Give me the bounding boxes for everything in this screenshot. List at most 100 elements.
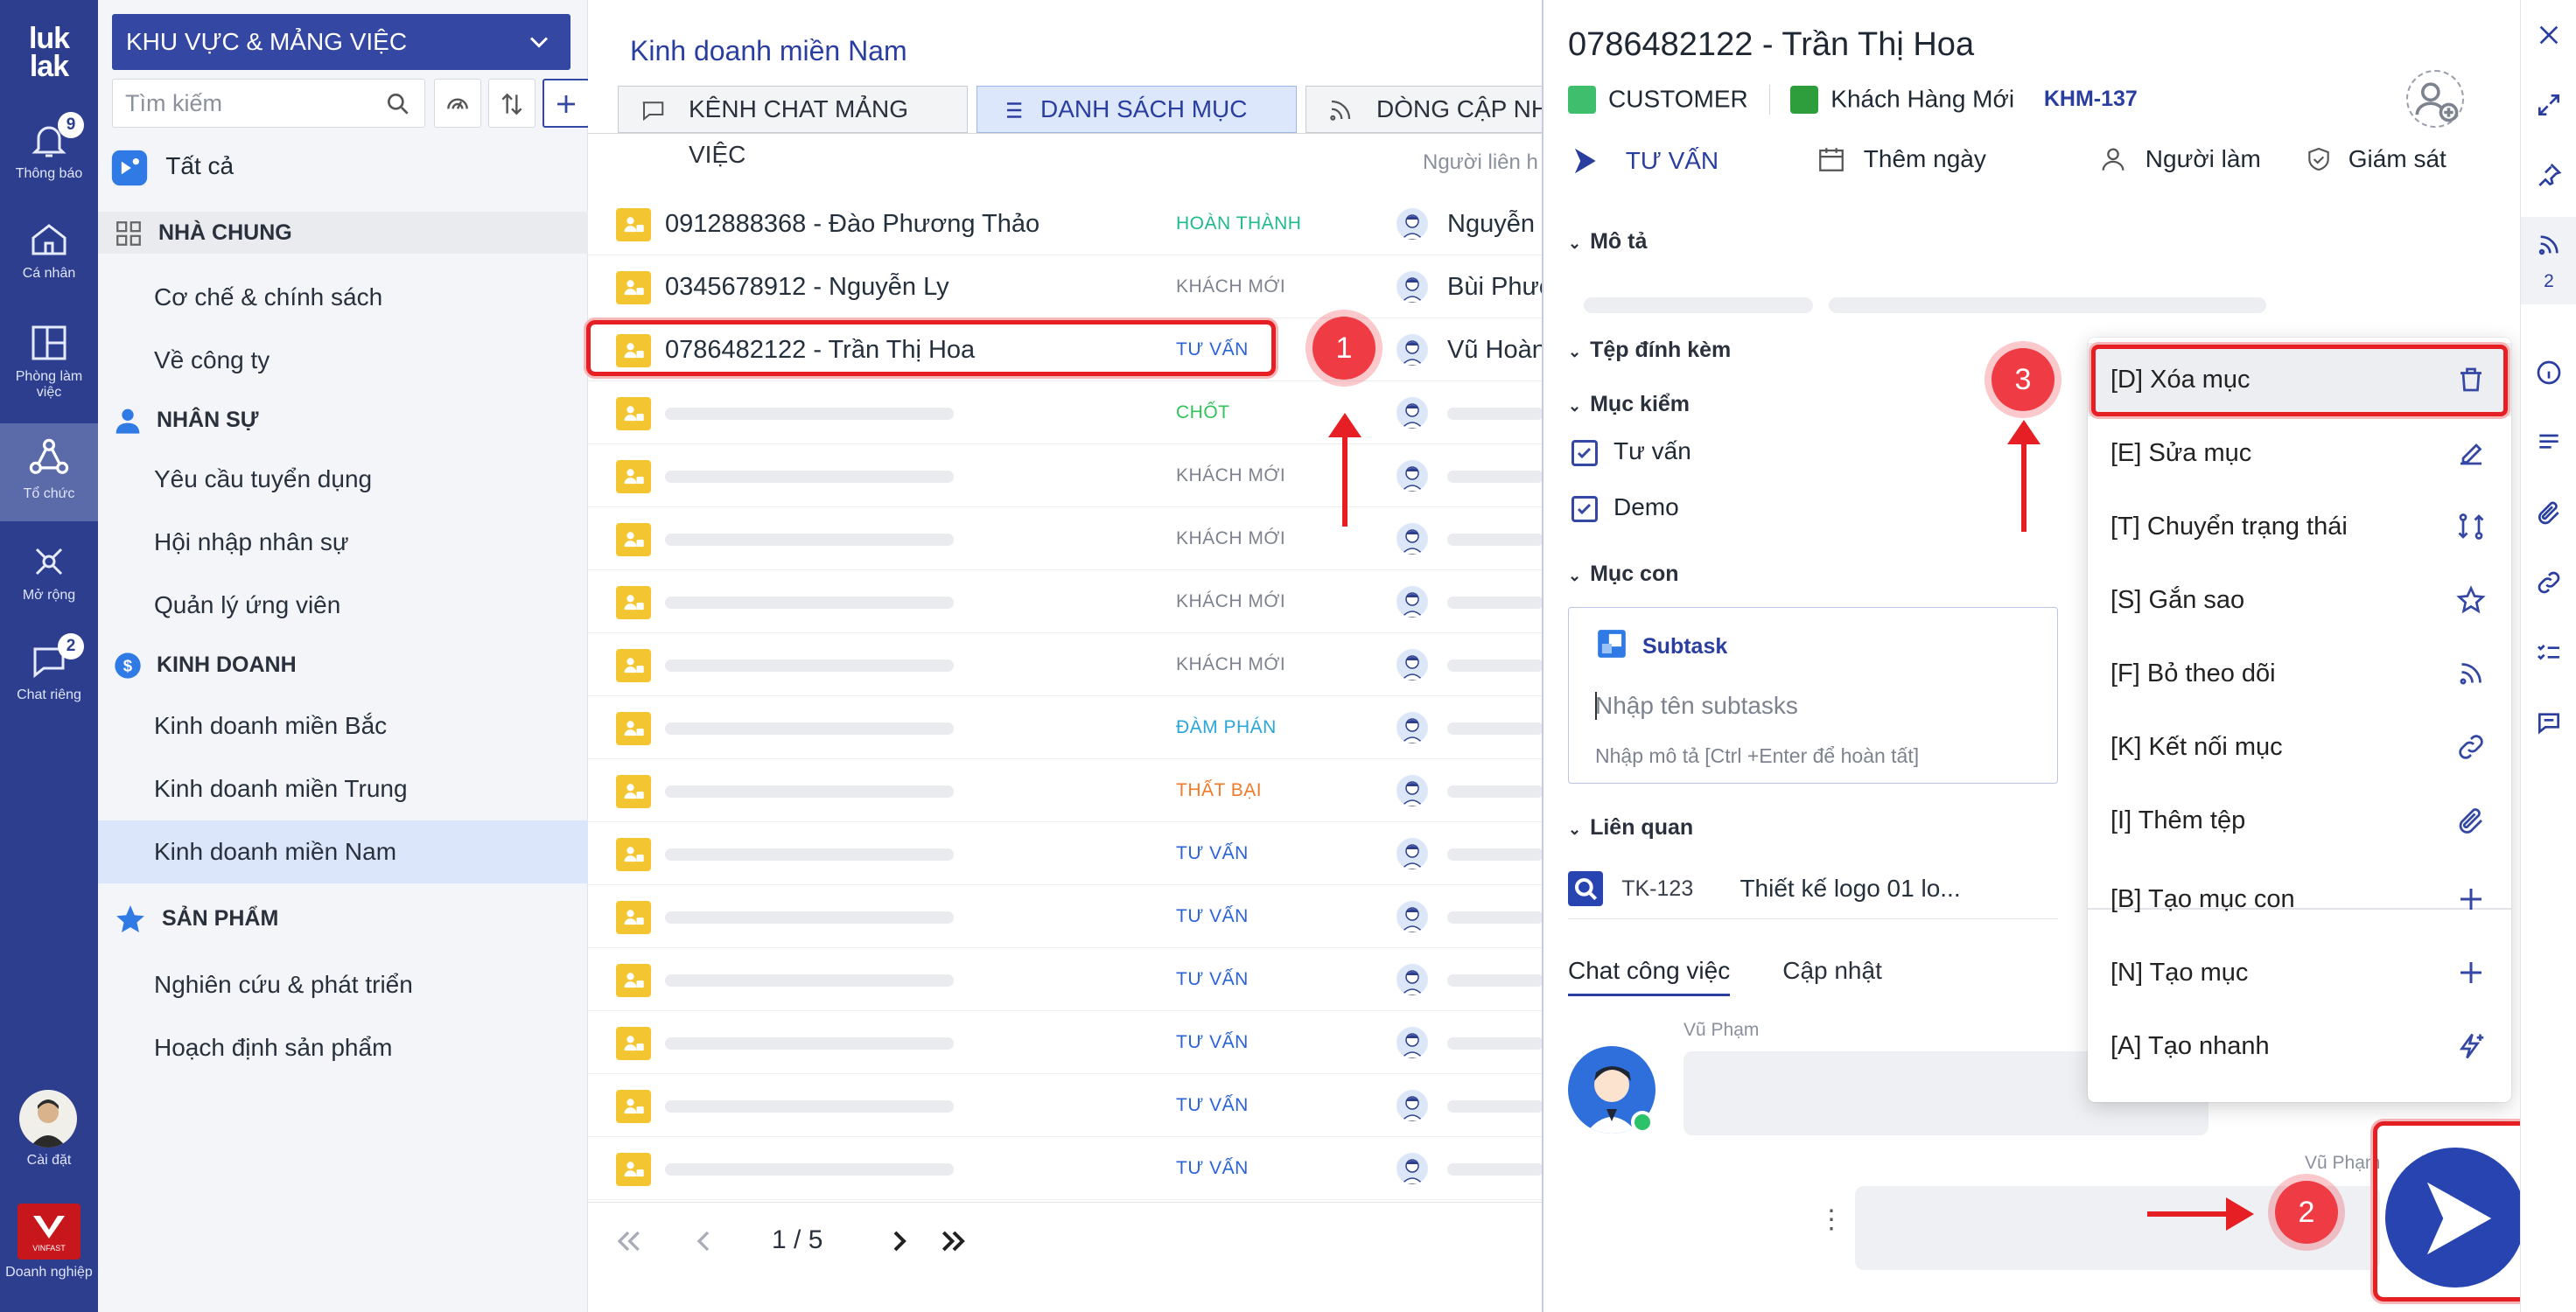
tab-work-chat[interactable]: Chat công việc <box>1568 957 1731 996</box>
tree-group-shared[interactable]: NHÀ CHUNG <box>98 212 588 254</box>
table-row[interactable]: TƯ VẤN <box>588 885 1542 948</box>
table-row[interactable]: TƯ VẤN <box>588 948 1542 1011</box>
rail-item-notifications[interactable]: Thông báo 9 <box>0 107 98 203</box>
tree-item[interactable]: Hoạch định sản phẩm <box>98 1016 588 1079</box>
more-vertical-icon[interactable]: ⋮ <box>1818 1207 1844 1233</box>
rail-item-personal[interactable]: Cá nhân <box>0 206 98 303</box>
menu-item-quick-create[interactable]: [A] Tạo nhanh <box>2088 1009 2511 1083</box>
status-selector[interactable]: TƯ VẤN <box>1568 143 1718 182</box>
search-icon[interactable] <box>384 90 412 118</box>
add-date-button[interactable]: Thêm ngày <box>1816 143 1986 182</box>
row-title-placeholder <box>665 597 954 609</box>
table-row[interactable]: ĐÀM PHÁN <box>588 696 1542 759</box>
first-page-icon[interactable] <box>611 1224 646 1259</box>
detail-stage[interactable]: Khách Hàng Mới <box>1830 86 2014 113</box>
sort-button[interactable] <box>488 79 536 128</box>
menu-item-link[interactable]: [K] Kết nối mục <box>2088 710 2511 784</box>
tree-item[interactable]: Cơ chế & chính sách <box>98 266 588 329</box>
rail-item-workroom[interactable]: Phòng làm việc <box>0 310 98 415</box>
detail-type[interactable]: CUSTOMER <box>1608 86 1748 113</box>
subtask-name-input[interactable] <box>1595 688 2033 723</box>
menu-item-create-child[interactable]: [B] Tạo mục con <box>2088 862 2511 936</box>
checkbox-checked[interactable] <box>1572 495 1598 522</box>
enterprise-logo[interactable]: VINFAST <box>18 1204 80 1260</box>
section-checklist[interactable]: ⌄ Mục kiểm <box>1568 392 1690 417</box>
rail-item-private-chat[interactable]: Chat riêng 2 <box>0 628 98 724</box>
menu-item-unfollow[interactable]: [F] Bỏ theo dõi <box>2088 637 2511 710</box>
table-row[interactable]: CHỐT <box>588 381 1542 444</box>
section-subtasks[interactable]: ⌄ Mục con <box>1568 562 1679 587</box>
table-row[interactable]: TƯ VẤN <box>588 1011 1542 1074</box>
subtask-desc-hint[interactable]: Nhập mô tả [Ctrl +Enter để hoàn tất] <box>1595 744 1919 768</box>
app-logo[interactable]: luk lak <box>0 24 98 81</box>
rail-item-organization[interactable]: Tổ chức <box>0 423 98 521</box>
menu-item-change-status[interactable]: [T] Chuyển trạng thái <box>2088 490 2511 563</box>
workspace-select[interactable]: KHU VỰC & MẢNG VIỆC <box>112 14 570 70</box>
menu-item-create[interactable]: [N] Tạo mục <box>2088 936 2511 1009</box>
comment-button[interactable] <box>2521 694 2576 750</box>
tab-list[interactable]: DANH SÁCH MỤC <box>976 86 1297 133</box>
home-icon <box>32 224 66 255</box>
table-row[interactable]: KHÁCH MỚI <box>588 507 1542 570</box>
checklist-item[interactable]: Tư vấn <box>1572 437 1691 466</box>
add-button[interactable] <box>542 79 590 128</box>
attachment-button[interactable] <box>2521 485 2576 541</box>
tree-item[interactable]: Nghiên cứu & phát triển <box>98 953 588 1016</box>
expand-button[interactable] <box>2521 77 2576 133</box>
description-button[interactable] <box>2521 415 2576 471</box>
section-description[interactable]: ⌄ Mô tả <box>1568 229 1647 255</box>
user-avatar[interactable] <box>19 1090 77 1148</box>
assignee-button[interactable]: Người làm <box>2098 143 2261 182</box>
table-row[interactable]: THẤT BẠI <box>588 759 1542 822</box>
related-item[interactable]: TK-123 Thiết kế logo 01 lo... <box>1568 871 2058 915</box>
menu-item-edit[interactable]: [E] Sửa mục <box>2088 416 2511 490</box>
close-button[interactable] <box>2521 7 2576 63</box>
add-member-icon[interactable] <box>2406 70 2464 128</box>
tab-updates[interactable]: Cập nhật <box>1782 957 1882 994</box>
search-input[interactable] <box>125 80 370 127</box>
tree-group-products[interactable]: SẢN PHẨM <box>114 897 278 939</box>
checklist-item[interactable]: Demo <box>1572 493 1679 522</box>
checkbox-checked[interactable] <box>1572 439 1598 466</box>
tree-all[interactable]: Tất cả <box>110 145 234 187</box>
menu-item-star[interactable]: [S] Gắn sao <box>2088 563 2511 637</box>
detail-code[interactable]: KHM-137 <box>2044 87 2138 111</box>
watcher-button[interactable]: Giám sát <box>2305 143 2446 182</box>
section-attachments[interactable]: ⌄ Tệp đính kèm <box>1568 338 1731 363</box>
tree-item-selected[interactable]: Kinh doanh miền Nam <box>98 820 588 883</box>
tree-group-sales[interactable]: $ KINH DOANH <box>114 644 297 686</box>
tree-item[interactable]: Về công ty <box>98 329 588 392</box>
table-row[interactable]: KHÁCH MỚI <box>588 633 1542 696</box>
enterprise-label[interactable]: Doanh nghiệp <box>0 1265 98 1281</box>
table-row[interactable]: 0345678912 - Nguyễn Ly KHÁCH MỚI Bùi Phươ <box>588 255 1542 318</box>
tab-feed[interactable]: DÒNG CẬP NHẬT <box>1306 86 1542 133</box>
menu-item-attach[interactable]: [I] Thêm tệp <box>2088 784 2511 857</box>
info-button[interactable] <box>2521 345 2576 401</box>
tree-item[interactable]: Kinh doanh miền Bắc <box>98 694 588 757</box>
tree-item[interactable]: Kinh doanh miền Trung <box>98 757 588 820</box>
table-row[interactable]: KHÁCH MỚI <box>588 570 1542 633</box>
last-page-icon[interactable] <box>936 1224 971 1259</box>
rail-item-extend[interactable]: Mở rộng <box>0 528 98 625</box>
tree-group-hr[interactable]: NHÂN SỰ <box>114 399 259 441</box>
table-row[interactable]: TƯ VẤN <box>588 1074 1542 1137</box>
link-button[interactable] <box>2521 555 2576 611</box>
table-row[interactable]: TƯ VẤN <box>588 822 1542 885</box>
tree-item[interactable]: Quản lý ứng viên <box>98 574 588 637</box>
section-related[interactable]: ⌄ Liên quan <box>1568 815 1693 841</box>
menu-item-label: [A] Tạo nhanh <box>2110 1032 2270 1060</box>
next-page-icon[interactable] <box>882 1224 917 1259</box>
pin-button[interactable] <box>2521 147 2576 203</box>
table-row[interactable]: KHÁCH MỚI <box>588 444 1542 507</box>
filter-button[interactable] <box>434 79 481 128</box>
checklist-button[interactable] <box>2521 625 2576 680</box>
tree-item[interactable]: Hội nhập nhân sự <box>98 511 588 574</box>
table-row[interactable]: 0912888368 - Đào Phương Thảo HOÀN THÀNH Ng… <box>588 192 1542 255</box>
settings-label[interactable]: Cài đặt <box>0 1153 98 1169</box>
feed-button[interactable]: 2 <box>2521 217 2576 304</box>
prev-page-icon[interactable] <box>686 1224 721 1259</box>
tree-item[interactable]: Yêu cầu tuyển dụng <box>98 448 588 511</box>
contact-avatar <box>1396 1090 1428 1121</box>
table-row[interactable]: TƯ VẤN <box>588 1137 1542 1200</box>
tab-chat[interactable]: KÊNH CHAT MẢNG VIỆC <box>618 86 968 168</box>
